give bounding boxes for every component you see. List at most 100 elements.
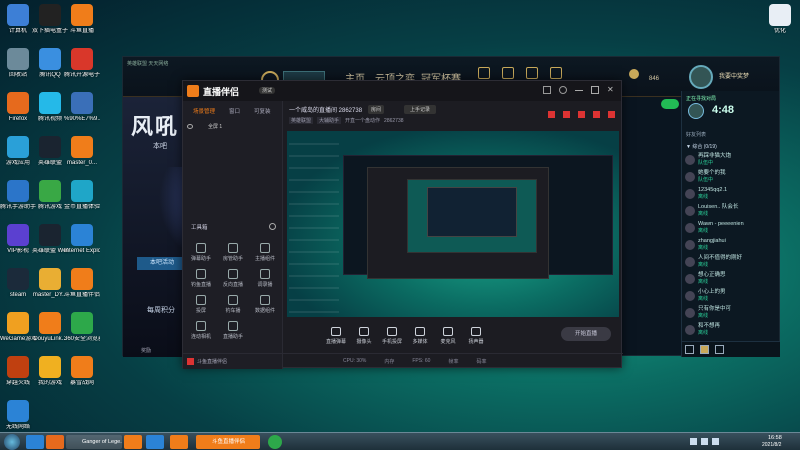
ime-icon[interactable] (712, 438, 719, 445)
clock-time[interactable]: 16:58 (768, 435, 782, 441)
tab-reload[interactable]: 可复装 (254, 107, 271, 115)
desktop-icon[interactable]: 回收站 (0, 48, 36, 86)
mic-toggle-icon[interactable] (578, 111, 585, 118)
desktop-icon[interactable]: master_DY... (32, 268, 68, 306)
desktop-icon[interactable]: 游戏应用 (0, 136, 36, 174)
tab-window[interactable]: 窗口 (229, 107, 240, 115)
desktop-icon[interactable]: 暴雪战网 (64, 356, 100, 394)
desktop-icon[interactable]: 腾讯手游助手 (0, 180, 36, 218)
tab-scene[interactable]: 场景管理 (193, 107, 215, 115)
screenshot-icon[interactable] (563, 111, 570, 118)
scene-item[interactable]: 全屏 1 (187, 121, 277, 131)
desktop-icon[interactable]: 斗鱼直播伴侣 (64, 268, 100, 306)
friend-row[interactable]: 再踩非猫大炮 队伍中 (682, 151, 780, 168)
desktop-icon[interactable]: Firefox (0, 92, 36, 130)
cam-toggle-icon[interactable] (593, 111, 600, 118)
tool-item[interactable]: 投屏 (189, 295, 213, 314)
desktop-icon[interactable]: 腾讯游戏 (32, 180, 68, 218)
tool-item[interactable]: 弹幕助手 (189, 243, 213, 262)
desktop-icon[interactable]: 双下插电盒子 (32, 4, 68, 42)
tool-item[interactable]: 调录播 (253, 269, 277, 288)
chat-icon[interactable] (685, 345, 694, 354)
desktop-icon[interactable]: 金币直播体验 (64, 180, 100, 218)
desktop-icon[interactable]: 斗鱼直播 (64, 4, 100, 42)
friend-row[interactable]: Wawn - peeeenien 离线 (682, 219, 780, 236)
maximize-icon[interactable] (591, 86, 599, 94)
eye-icon[interactable] (187, 123, 193, 129)
lol-game-toggle[interactable] (661, 99, 679, 109)
desktop-icon[interactable]: Internet Explorer (64, 224, 100, 262)
avatar[interactable] (689, 65, 713, 89)
stream-preview[interactable] (287, 131, 619, 317)
room-badge[interactable]: 房间 (368, 105, 385, 114)
tool-item[interactable]: 直播助手 (221, 321, 245, 340)
friend-group-label[interactable]: ▼ 综合 (0/19) (686, 143, 717, 150)
friend-row[interactable]: 只有你是中可 离线 (682, 304, 780, 321)
taskbar-lol[interactable]: Ganger of Lege... (66, 435, 122, 449)
control-button[interactable]: 麦克风 (435, 327, 461, 345)
friend-row[interactable]: 12345qq2.1 离线 (682, 185, 780, 202)
control-button[interactable]: 手机投屏 (379, 327, 405, 345)
desktop-icon[interactable]: master_0... (64, 136, 100, 174)
desktop-icon[interactable]: 英雄联盟 WeGame版 (32, 224, 68, 262)
desktop-icon-optimize[interactable]: 优化 (762, 4, 798, 42)
skin-icon[interactable] (543, 86, 551, 94)
desktop-icon[interactable]: 我的游戏 (32, 356, 68, 394)
tool-item[interactable]: 钓车播 (221, 295, 245, 314)
category-tag[interactable]: 英雄联盟 (289, 117, 314, 124)
control-button[interactable]: 多媒体 (407, 327, 433, 345)
tool-item[interactable]: 房管助手 (221, 243, 245, 262)
store-icon[interactable] (550, 67, 562, 79)
desktop-icon[interactable]: %90%E7%9... (64, 92, 100, 130)
close-icon[interactable]: ✕ (607, 86, 615, 94)
taskbar-app[interactable] (170, 435, 188, 449)
mic-icon[interactable] (715, 345, 724, 354)
desktop-icon[interactable]: 360安全浏览器 (64, 312, 100, 350)
record-icon[interactable] (548, 111, 555, 118)
volume-icon[interactable] (701, 438, 708, 445)
collection-icon[interactable] (502, 67, 514, 79)
friend-row[interactable]: Louisen.. 队会长 离线 (682, 202, 780, 219)
taskbar-ie2[interactable] (146, 435, 164, 449)
desktop-icon[interactable]: 穿越火线 (0, 356, 36, 394)
assistant-tag[interactable]: 大辅助手 (317, 117, 342, 124)
taskbar-360[interactable] (268, 435, 282, 449)
tool-item[interactable]: 钓鱼直播 (189, 269, 213, 288)
desktop-icon[interactable]: 腾讯视频 (32, 92, 68, 130)
settings-icon[interactable] (559, 86, 567, 94)
network-icon[interactable] (690, 438, 697, 445)
desktop-icon[interactable]: 腾讯开源电子 (64, 48, 100, 86)
toolbox-settings-icon[interactable] (269, 223, 276, 230)
tool-item[interactable]: 数据组件 (253, 295, 277, 314)
friend-row[interactable]: zhangjiahui 离线 (682, 236, 780, 253)
desktop-icon[interactable]: 英雄联盟 (32, 136, 68, 174)
tool-item[interactable]: 连动相机 (189, 321, 213, 340)
taskbar-broadcast[interactable]: 斗鱼直播伴侣 (196, 435, 260, 449)
desktop-icon[interactable]: 计算机 (0, 4, 36, 42)
desktop-icon[interactable]: 腾讯QQ (32, 48, 68, 86)
loot-icon[interactable] (526, 67, 538, 79)
notification-icon[interactable] (700, 345, 709, 354)
friend-row[interactable]: 和不想再 离线 (682, 321, 780, 338)
friend-row[interactable]: 想心正确思 离线 (682, 270, 780, 287)
friend-row[interactable]: 她要个的我 队伍中 (682, 168, 780, 185)
control-button[interactable]: 扬声器 (463, 327, 489, 345)
desktop-icon[interactable]: WeGame游戏 (0, 312, 36, 350)
banner-button[interactable]: 本吧活动 (137, 257, 187, 270)
share-button[interactable]: 上手记录 (404, 105, 437, 114)
start-button[interactable] (4, 434, 20, 450)
tool-item[interactable]: 反向直播 (221, 269, 245, 288)
audio-toggle-icon[interactable] (608, 111, 615, 118)
taskbar-douyu[interactable] (124, 435, 142, 449)
control-button[interactable]: 直播弹幕 (323, 327, 349, 345)
friend-row[interactable]: 小心上的男 离线 (682, 287, 780, 304)
start-live-button[interactable]: 开始直播 (561, 327, 611, 341)
clock-date[interactable]: 2021/8/2 (762, 442, 781, 448)
taskbar-ie[interactable] (26, 435, 44, 449)
desktop-icon[interactable]: DouyuLink... (32, 312, 68, 350)
desktop-icon[interactable]: steam (0, 268, 36, 306)
tool-item[interactable]: 主播组件 (253, 243, 277, 262)
minimize-icon[interactable] (575, 90, 583, 91)
profile-icon[interactable] (478, 67, 490, 79)
friend-row[interactable]: 人间不值得的刚好 离线 (682, 253, 780, 270)
